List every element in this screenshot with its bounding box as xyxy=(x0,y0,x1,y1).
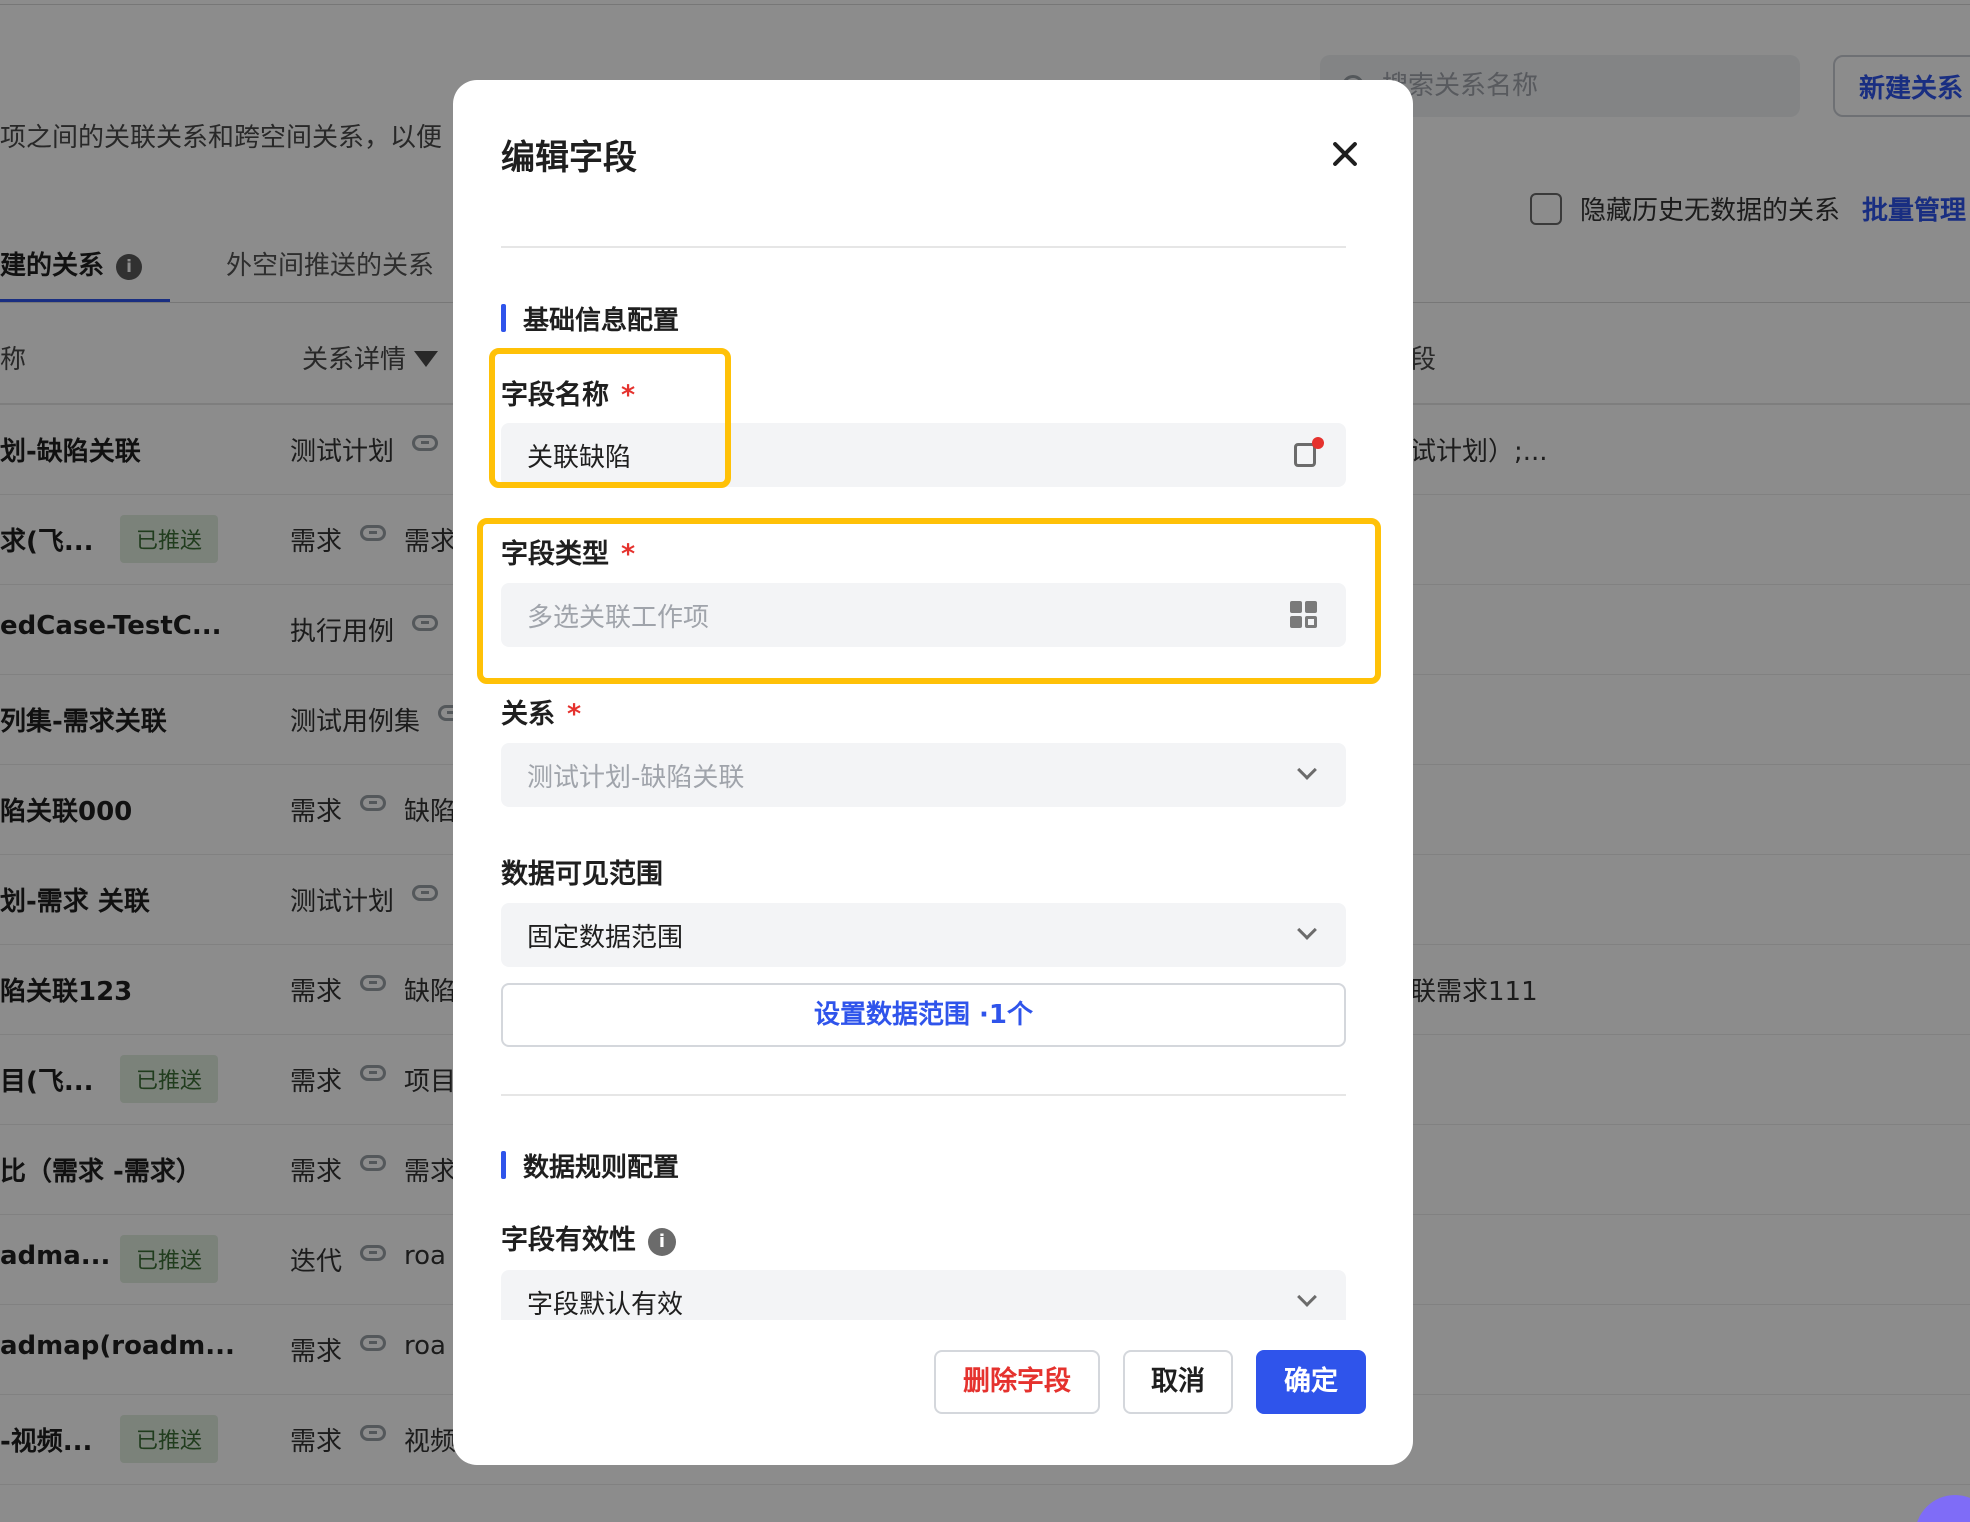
section-rules-title: 数据规则配置 xyxy=(501,1147,679,1184)
required-mark: * xyxy=(621,539,636,570)
field-type-selector[interactable]: 多选关联工作项 xyxy=(501,583,1346,647)
validity-label-text: 字段有效性 xyxy=(501,1225,636,1256)
cancel-button[interactable]: 取消 xyxy=(1123,1350,1233,1414)
field-type-label-text: 字段类型 xyxy=(501,539,609,570)
field-name-label-text: 字段名称 xyxy=(501,380,609,411)
validity-label: 字段有效性 i xyxy=(501,1218,676,1257)
field-type-placeholder: 多选关联工作项 xyxy=(527,602,710,633)
relation-label-text: 关系 xyxy=(501,699,555,730)
grid-add-icon xyxy=(1290,601,1318,629)
relation-value: 测试计划-缺陷关联 xyxy=(527,762,745,793)
confirm-button[interactable]: 确定 xyxy=(1256,1350,1366,1414)
delete-field-button[interactable]: 删除字段 xyxy=(934,1350,1100,1414)
chevron-down-icon xyxy=(1297,760,1317,780)
data-scope-value: 固定数据范围 xyxy=(527,922,684,953)
field-type-label: 字段类型 * xyxy=(501,532,635,571)
scroll-clip: 字段默认有效 xyxy=(501,1270,1346,1320)
dialog-title: 编辑字段 xyxy=(501,138,637,178)
validity-value: 字段默认有效 xyxy=(527,1289,684,1320)
required-mark: * xyxy=(621,380,636,411)
set-data-scope-button[interactable]: 设置数据范围 ·1个 xyxy=(501,983,1346,1047)
required-mark: * xyxy=(567,699,582,730)
field-name-value: 关联缺陷 xyxy=(527,442,632,473)
info-icon[interactable]: i xyxy=(648,1228,676,1256)
validity-select[interactable]: 字段默认有效 xyxy=(501,1270,1346,1320)
data-scope-label: 数据可见范围 xyxy=(501,859,663,890)
chevron-down-icon xyxy=(1297,920,1317,940)
header-divider xyxy=(501,246,1346,248)
close-icon[interactable] xyxy=(1323,132,1367,176)
field-name-input[interactable]: 关联缺陷 xyxy=(501,423,1346,487)
section-basic-info-title: 基础信息配置 xyxy=(501,300,679,337)
edit-field-dialog: 编辑字段 基础信息配置 字段名称 * 关联缺陷 字段类型 * 多选关联工作项 关系 *… xyxy=(453,80,1413,1465)
ai-translate-icon[interactable] xyxy=(1292,437,1324,469)
relation-select[interactable]: 测试计划-缺陷关联 xyxy=(501,743,1346,807)
relation-label: 关系 * xyxy=(501,692,581,731)
field-name-label: 字段名称 * xyxy=(501,373,635,412)
chevron-down-icon xyxy=(1297,1287,1317,1307)
section-divider xyxy=(501,1094,1346,1096)
data-scope-select[interactable]: 固定数据范围 xyxy=(501,903,1346,967)
